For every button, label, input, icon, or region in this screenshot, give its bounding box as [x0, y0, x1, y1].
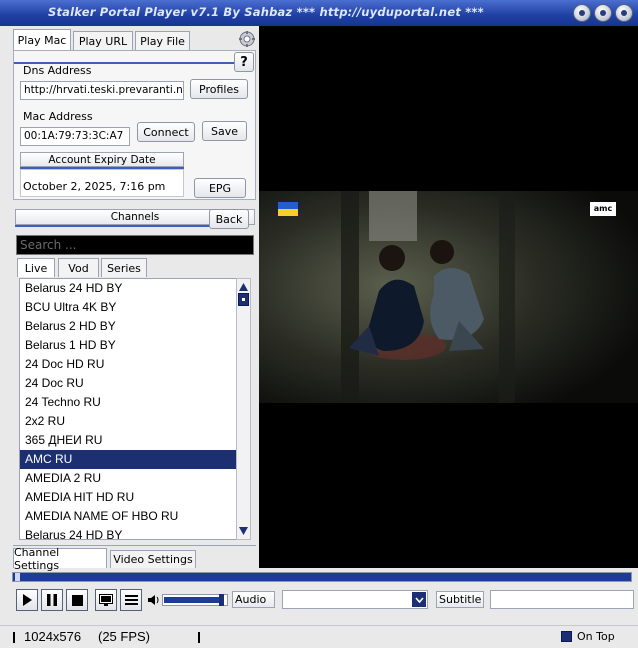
- profiles-button[interactable]: Profiles: [190, 79, 248, 99]
- tab-play-mac[interactable]: Play Mac: [13, 29, 71, 51]
- channel-list-item[interactable]: Belarus 2 HD BY: [20, 317, 236, 336]
- volume-slider[interactable]: [162, 594, 228, 606]
- fullscreen-button[interactable]: [95, 589, 117, 611]
- playlist-button[interactable]: [120, 589, 142, 611]
- video-player[interactable]: amc: [259, 26, 638, 568]
- help-button[interactable]: ?: [234, 52, 254, 72]
- tab-channel-settings[interactable]: Channel Settings: [13, 546, 107, 572]
- maximize-button[interactable]: [594, 4, 612, 22]
- channel-list-item[interactable]: Belarus 1 HD BY: [20, 336, 236, 355]
- subtitle-label: Subtitle: [436, 591, 484, 608]
- list-icon: [124, 594, 138, 605]
- channel-list-item[interactable]: 24 Doc RU: [20, 374, 236, 393]
- scroll-up-icon[interactable]: [238, 282, 249, 292]
- speaker-icon: [148, 594, 160, 609]
- chevron-down-icon[interactable]: [412, 592, 426, 607]
- tab-play-url[interactable]: Play URL: [73, 31, 133, 51]
- back-button[interactable]: Back: [209, 209, 249, 229]
- scroll-thumb[interactable]: [238, 293, 249, 306]
- fps-text: (25 FPS): [98, 629, 151, 644]
- channel-list-item[interactable]: 2x2 RU: [20, 412, 236, 431]
- expiry-value: October 2, 2025, 7:16 pm: [23, 180, 166, 193]
- channel-list-item[interactable]: Belarus 24 HD BY: [20, 526, 236, 539]
- monitor-icon: [99, 593, 113, 606]
- tab-video-settings[interactable]: Video Settings: [110, 550, 196, 568]
- save-button[interactable]: Save: [202, 121, 247, 141]
- expiry-header: Account Expiry Date: [20, 152, 184, 167]
- play-button[interactable]: [16, 589, 38, 611]
- mac-label: Mac Address: [23, 110, 93, 123]
- status-bar: 1024x576 (25 FPS) On Top: [0, 625, 638, 648]
- on-top-label: On Top: [577, 630, 615, 643]
- connect-button[interactable]: Connect: [137, 122, 195, 142]
- seek-bar[interactable]: [12, 572, 632, 582]
- audio-label: Audio: [232, 591, 275, 608]
- channel-list-item[interactable]: AMEDIA HIT HD RU: [20, 488, 236, 507]
- tab-series[interactable]: Series: [101, 258, 147, 277]
- seek-handle[interactable]: [15, 573, 20, 581]
- subtitle-input[interactable]: [490, 590, 634, 609]
- title-bar: Stalker Portal Player v7.1 By Sahbaz ***…: [0, 0, 638, 26]
- channel-list-item[interactable]: 24 Doc HD RU: [20, 355, 236, 374]
- stop-icon: [71, 594, 83, 606]
- dns-label: Dns Address: [23, 64, 92, 77]
- scroll-down-icon[interactable]: [238, 526, 249, 536]
- channel-list-item[interactable]: AMC RU: [20, 450, 236, 469]
- channels-divider: [15, 225, 210, 227]
- channel-list-item[interactable]: BCU Ultra 4K BY: [20, 298, 236, 317]
- pause-button[interactable]: [41, 589, 63, 611]
- pause-icon: [47, 594, 57, 606]
- dns-address-input[interactable]: http://hrvati.teski.prevaranti.na.: [20, 81, 184, 100]
- channel-list-item[interactable]: 24 Techno RU: [20, 393, 236, 412]
- tab-vod[interactable]: Vod: [58, 258, 99, 277]
- search-input[interactable]: Search ...: [16, 235, 254, 255]
- volume-handle[interactable]: [219, 594, 224, 606]
- settings-gear-icon[interactable]: [238, 30, 256, 48]
- search-placeholder: Search ...: [20, 238, 77, 252]
- audio-select[interactable]: [282, 590, 428, 609]
- volume-fill: [164, 597, 220, 603]
- minimize-button[interactable]: [573, 4, 591, 22]
- channel-list-item[interactable]: Belarus 24 HD BY: [20, 279, 236, 298]
- channel-scrollbar[interactable]: [236, 278, 251, 540]
- amc-logo: amc: [590, 202, 616, 216]
- epg-button[interactable]: EPG: [194, 178, 246, 198]
- channel-list-item[interactable]: 365 ДНЕИ RU: [20, 431, 236, 450]
- channel-list: Belarus 24 HD BY BCU Ultra 4K BY Belarus 2…: [19, 278, 237, 540]
- on-top-checkbox[interactable]: [561, 631, 572, 642]
- stop-button[interactable]: [66, 589, 88, 611]
- tab-live[interactable]: Live: [17, 258, 55, 277]
- channel-list-item[interactable]: AMEDIA 2 RU: [20, 469, 236, 488]
- window-title: Stalker Portal Player v7.1 By Sahbaz ***…: [48, 5, 484, 19]
- mac-address-input[interactable]: 00:1A:79:73:3C:A7: [20, 127, 130, 146]
- video-frame: [259, 191, 638, 403]
- tab-play-file[interactable]: Play File: [135, 31, 190, 51]
- resolution-text: 1024x576: [24, 629, 82, 644]
- play-icon: [23, 594, 32, 606]
- close-button[interactable]: [615, 4, 633, 22]
- channel-list-item[interactable]: AMEDIA NAME OF HBO RU: [20, 507, 236, 526]
- ukraine-flag-icon: [278, 202, 298, 216]
